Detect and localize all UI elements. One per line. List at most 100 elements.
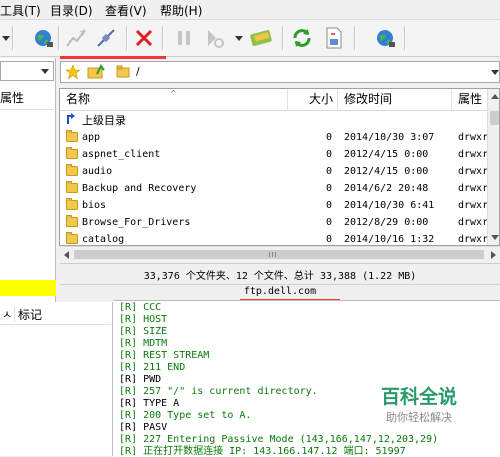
queue-pane: ㅅ 标记 [0,302,113,456]
log-line: [R] 257 "/" is current directory. [119,386,318,397]
log-line: [R] PWD [119,374,162,385]
column-size[interactable]: 大小 [288,89,338,110]
file-name: app [82,132,101,143]
queue-header-divider [0,324,111,325]
file-date: 2014/6/2 20:48 [344,183,429,194]
log-line: [R] 211 END [119,362,186,373]
file-date: 2012/4/15 0:00 [344,166,429,177]
menu-view[interactable]: 查看(V) [105,2,147,19]
scroll-down-icon[interactable] [491,235,499,240]
watermark-subtitle: 助你轻松解决 [386,411,452,424]
menu-directory[interactable]: 目录(D) [50,2,93,19]
toolbar-separator [162,26,164,50]
globe-connect-icon[interactable] [372,24,400,52]
scroll-up-icon[interactable] [491,94,499,99]
dropdown-arrow-icon[interactable] [2,36,10,41]
file-name: Browse_For_Drivers [82,217,191,228]
folder-icon [66,232,78,244]
favorites-star-icon[interactable] [65,64,81,83]
local-path-combo[interactable] [0,61,54,81]
menu-tools[interactable]: 工具(T) [0,2,41,19]
globe-icon[interactable] [30,24,58,52]
server-host: ftp.dell.com [60,284,500,297]
parent-directory-row[interactable]: 上级目录 [60,112,499,129]
file-date: 2012/8/29 0:00 [344,217,429,228]
local-col-attr[interactable]: 属性 [0,88,54,110]
file-properties-icon[interactable] [320,24,348,52]
file-date: 2014/10/30 3:07 [344,132,435,143]
log-line: [R] SIZE [119,326,168,337]
watermark: 百科全说 助你轻松解决 [364,382,474,425]
file-date: 2012/4/15 0:00 [344,149,429,160]
status-bar: 33,376 个文件夹、12 个文件、总计 33,388 (1.22 MB) f… [60,263,500,300]
file-size: 0 [326,132,333,143]
session-log: [R] CCC [R] HOST [R] SIZE [R] MDTM [R] R… [113,300,500,457]
file-name: bios [82,200,107,211]
disconnect-plug-icon[interactable] [92,24,120,52]
toolbar-separator [126,26,128,50]
table-row[interactable]: catalog 0 2014/10/16 1:32 drwxrw [60,231,499,245]
vertical-scrollbar[interactable] [487,89,499,245]
menu-bar: 工具(T) 目录(D) 查看(V) 帮助(H) [0,0,500,20]
file-name: aspnet_client [82,149,161,160]
file-size: 0 [326,166,333,177]
scroll-thumb[interactable] [490,111,499,125]
log-line: [R] 227 Entering Passive Mode (143,166,1… [119,434,439,445]
log-line: [R] PASV [119,422,168,433]
log-line: [R] 正在打开数据连接 IP: 143.166.147.12 端口: 5199… [119,446,406,457]
transfer-queue-icon[interactable] [200,24,228,52]
table-row[interactable]: Browse_For_Drivers 0 2012/8/29 0:00 drwx… [60,214,499,231]
highlight-bar [0,280,56,296]
table-row[interactable]: app 0 2014/10/30 3:07 drwxrw [60,129,499,146]
folder-icon [66,215,78,227]
table-row[interactable]: bios 0 2014/10/30 6:41 drwxrw [60,197,499,214]
log-line: [R] REST STREAM [119,350,210,361]
remote-path-text: / [136,65,140,78]
toolbar [0,20,500,57]
header-divider [60,110,499,111]
hscroll-thumb[interactable] [74,250,484,259]
site-manager-icon[interactable] [248,24,276,52]
log-line: [R] HOST [119,314,168,325]
toolbar-separator [58,26,60,50]
folder-icon [116,65,130,81]
folder-icon [66,130,78,142]
scroll-left-icon[interactable] [64,251,69,259]
folder-icon [66,181,78,193]
horizontal-scrollbar[interactable] [60,246,500,263]
scroll-right-icon[interactable] [491,251,496,259]
file-size: 0 [326,183,333,194]
chevron-down-icon[interactable] [491,70,499,75]
remote-file-list: 名称 ^ 大小 修改时间 属性 上级目录 app 0 2014/10/30 3:… [59,88,500,246]
connect-icon[interactable] [62,24,90,52]
table-row[interactable]: Backup and Recovery 0 2014/6/2 20:48 drw… [60,180,499,197]
queue-col-mark[interactable]: 标记 [18,306,42,323]
dropdown-arrow-icon[interactable] [235,36,243,41]
chevron-down-icon[interactable] [41,69,49,74]
table-row[interactable]: audio 0 2012/4/15 0:00 drwxrw [60,163,499,180]
toolbar-separator [354,26,356,50]
file-size: 0 [326,200,333,211]
menu-help[interactable]: 帮助(H) [160,2,202,19]
log-line: [R] MDTM [119,338,168,349]
watermark-title: 百科全说 [380,386,457,408]
file-size: 0 [326,234,333,245]
log-line: [R] CCC [119,302,162,313]
folder-up-icon[interactable] [87,64,105,83]
folder-icon [66,164,78,176]
toolbar-separator [12,26,14,50]
file-date: 2014/10/16 1:32 [344,234,435,245]
refresh-icon[interactable] [288,24,316,52]
toolbar-separator [404,26,406,50]
remote-path-combo[interactable]: / [60,61,500,83]
table-row[interactable]: aspnet_client 0 2012/4/15 0:00 drwxrw [60,146,499,163]
file-date: 2014/10/30 6:41 [344,200,435,211]
stop-icon[interactable] [130,24,158,52]
pause-icon[interactable] [170,24,198,52]
column-modified[interactable]: 修改时间 [338,89,452,110]
queue-col-first[interactable]: ㅅ [0,306,15,322]
toolbar-separator [282,26,284,50]
log-line: [R] 200 Type set to A. [119,410,252,421]
parent-directory-label: 上级目录 [82,114,126,127]
sort-ascending-icon: ^ [170,89,177,98]
